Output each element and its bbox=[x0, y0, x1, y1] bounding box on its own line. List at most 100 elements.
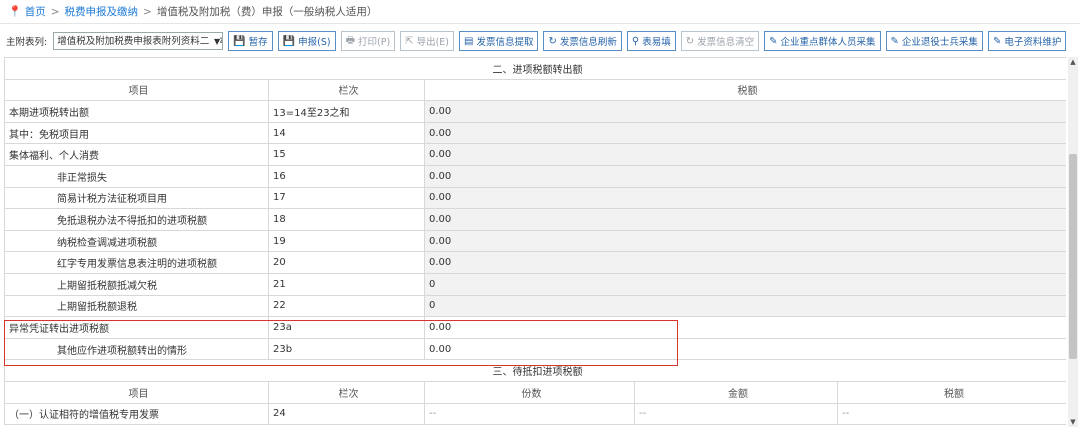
row-item: 上期留抵税额抵减欠税 bbox=[4, 272, 269, 296]
table-row: 简易计税方法征税项目用 17 0.00 bbox=[4, 186, 1066, 210]
row-item: 简易计税方法征税项目用 bbox=[4, 186, 269, 210]
row-item: 异常凭证转出进项税额 bbox=[4, 316, 269, 339]
edit-icon: ✎ bbox=[890, 35, 899, 47]
export-label: 导出(E) bbox=[416, 37, 449, 48]
table-row: 异常凭证转出进项税额 23a 0.00 bbox=[4, 316, 1066, 339]
row-value[interactable]: 0.00 bbox=[424, 337, 1066, 361]
row-value[interactable]: 0.00 bbox=[424, 186, 1066, 210]
row-col: 17 bbox=[268, 186, 425, 210]
key-group-collect-label: 企业重点群体人员采集 bbox=[780, 37, 876, 48]
easy-fill-button[interactable]: ⚲ 表易填 bbox=[626, 31, 676, 51]
row-item: 纳税检查调减进项税额 bbox=[4, 229, 269, 253]
row-col: 18 bbox=[268, 208, 425, 231]
table-header-row: 项目 栏次 税额 bbox=[4, 78, 1066, 102]
row-value[interactable]: 0.00 bbox=[424, 229, 1066, 253]
row-item: （一）认证相符的增值税专用发票 bbox=[4, 402, 269, 426]
row-value[interactable]: 0.00 bbox=[424, 251, 1066, 274]
header-amount: 金额 bbox=[634, 380, 838, 404]
table-header-row: 项目 栏次 份数 金额 税额 bbox=[4, 380, 1066, 404]
row-value[interactable]: 0.00 bbox=[424, 143, 1066, 166]
submit-button[interactable]: 💾 申报(S) bbox=[277, 31, 336, 51]
submit-icon: 💾 bbox=[282, 35, 296, 47]
breadcrumb: 📍 首页 > 税费申报及缴纳 > 增值税及附加税（费）申报（一般纳税人适用） bbox=[0, 0, 1080, 24]
row-count[interactable]: -- bbox=[424, 402, 635, 426]
submit-label: 申报(S) bbox=[298, 37, 331, 48]
form-select[interactable]: 增值税及附加税费申报表附列资料二（本 ▼ bbox=[53, 32, 224, 50]
export-icon: ⇱ bbox=[405, 35, 414, 47]
veteran-collect-label: 企业退役士兵采集 bbox=[901, 37, 978, 48]
save-icon: 💾 bbox=[233, 35, 246, 47]
export-button[interactable]: ⇱ 导出(E) bbox=[400, 31, 454, 51]
table-row: 红字专用发票信息表注明的进项税额 20 0.00 bbox=[4, 251, 1066, 274]
print-icon: 🖶 bbox=[345, 34, 356, 46]
toolbar: 主附表列: 增值税及附加税费申报表附列资料二（本 ▼ 💾 暂存 💾 申报(S) 🖶 打… bbox=[0, 27, 1080, 55]
invoice-clear-label: 发票信息清空 bbox=[697, 37, 755, 48]
e-docs-button[interactable]: ✎ 电子资料维护 bbox=[987, 31, 1067, 51]
row-value[interactable]: 0.00 bbox=[424, 100, 1066, 123]
section-header: 三、待抵扣进项税额 bbox=[4, 359, 1066, 382]
table-row: 其他应作进项税额转出的情形 23b 0.00 bbox=[4, 337, 1066, 361]
print-button[interactable]: 🖶 打印(P) bbox=[340, 31, 396, 51]
row-col: 15 bbox=[268, 143, 425, 166]
chevron-down-icon: ▼ bbox=[212, 33, 221, 49]
invoice-refresh-label: 发票信息刷新 bbox=[559, 37, 617, 48]
breadcrumb-home[interactable]: 首页 bbox=[25, 4, 46, 19]
form-select-value: 增值税及附加税费申报表附列资料二（本 bbox=[57, 36, 224, 47]
row-item: 集体福利、个人消费 bbox=[4, 143, 269, 166]
row-value[interactable]: 0.00 bbox=[424, 316, 1066, 339]
row-item: 红字专用发票信息表注明的进项税额 bbox=[4, 251, 269, 274]
breadcrumb-tax-filing[interactable]: 税费申报及缴纳 bbox=[65, 4, 139, 19]
invoice-extract-button[interactable]: ▤ 发票信息提取 bbox=[459, 31, 539, 51]
table-row: 非正常损失 16 0.00 bbox=[4, 164, 1066, 188]
table-row: 其中：免税项目用 14 0.00 bbox=[4, 121, 1066, 145]
table-row: 纳税检查调减进项税额 19 0.00 bbox=[4, 229, 1066, 253]
declaration-table: 二、进项税额转出额 项目 栏次 税额 本期进项税转出额 13=14至23之和 0… bbox=[4, 57, 1066, 427]
form-select-label: 主附表列: bbox=[6, 37, 48, 48]
row-item: 其中：免税项目用 bbox=[4, 121, 269, 145]
row-col: 24 bbox=[268, 402, 425, 426]
row-col: 16 bbox=[268, 164, 425, 188]
header-count: 份数 bbox=[424, 380, 635, 404]
scrollbar-thumb[interactable] bbox=[1069, 154, 1077, 359]
row-value[interactable]: 0.00 bbox=[424, 164, 1066, 188]
row-col: 21 bbox=[268, 272, 425, 296]
vertical-scrollbar[interactable]: ▲ ▼ bbox=[1068, 57, 1078, 427]
print-label: 打印(P) bbox=[358, 37, 391, 48]
row-value[interactable]: 0 bbox=[424, 272, 1066, 296]
section2-title: 二、进项税额转出额 bbox=[4, 57, 1066, 80]
breadcrumb-separator: > bbox=[143, 5, 152, 18]
breadcrumb-separator: > bbox=[50, 5, 60, 18]
temp-save-button[interactable]: 💾 暂存 bbox=[228, 31, 273, 51]
header-item: 项目 bbox=[4, 78, 269, 102]
table-row: 上期留抵税额退税 22 0 bbox=[4, 294, 1066, 318]
row-amount[interactable]: -- bbox=[634, 402, 838, 426]
row-value[interactable]: 0 bbox=[424, 294, 1066, 318]
row-col: 23a bbox=[268, 316, 425, 339]
invoice-extract-label: 发票信息提取 bbox=[476, 37, 534, 48]
section3-title: 三、待抵扣进项税额 bbox=[4, 359, 1066, 382]
temp-save-label: 暂存 bbox=[248, 37, 268, 48]
row-col: 22 bbox=[268, 294, 425, 318]
row-col: 20 bbox=[268, 251, 425, 274]
veteran-collect-button[interactable]: ✎ 企业退役士兵采集 bbox=[885, 31, 983, 51]
scroll-up-icon[interactable]: ▲ bbox=[1068, 57, 1078, 67]
row-value[interactable]: 0.00 bbox=[424, 208, 1066, 231]
row-col: 13=14至23之和 bbox=[268, 100, 425, 123]
edit-icon: ✎ bbox=[992, 35, 1002, 47]
scroll-down-icon[interactable]: ▼ bbox=[1068, 417, 1078, 427]
invoice-clear-button[interactable]: ↻ 发票信息清空 bbox=[680, 31, 760, 51]
table-row: （一）认证相符的增值税专用发票 24 -- -- -- bbox=[4, 402, 1066, 426]
breadcrumb-current: 增值税及附加税（费）申报（一般纳税人适用） bbox=[156, 6, 378, 18]
row-col: 23b bbox=[268, 337, 425, 361]
row-item: 非正常损失 bbox=[4, 164, 269, 188]
row-tax[interactable]: -- bbox=[837, 402, 1066, 426]
row-col: 19 bbox=[268, 229, 425, 253]
row-value[interactable]: 0.00 bbox=[424, 121, 1066, 145]
header-col: 栏次 bbox=[268, 380, 425, 404]
row-item: 其他应作进项税额转出的情形 bbox=[4, 337, 269, 361]
table-row: 上期留抵税额抵减欠税 21 0 bbox=[4, 272, 1066, 296]
invoice-refresh-button[interactable]: ↻ 发票信息刷新 bbox=[543, 31, 622, 51]
key-group-collect-button[interactable]: ✎ 企业重点群体人员采集 bbox=[764, 31, 881, 51]
header-item: 项目 bbox=[4, 380, 269, 404]
e-docs-label: 电子资料维护 bbox=[1004, 37, 1062, 48]
